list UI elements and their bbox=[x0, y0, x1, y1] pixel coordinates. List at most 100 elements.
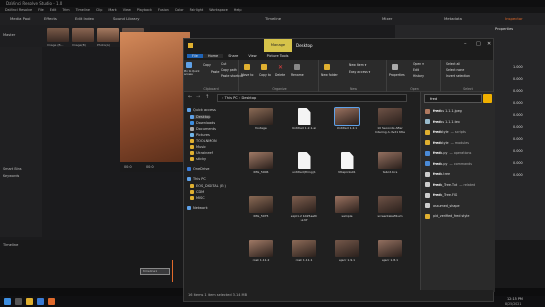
inspector-value[interactable]: 0.000 bbox=[513, 89, 523, 93]
inspector-value[interactable]: 0.000 bbox=[513, 77, 523, 81]
copy-to-button[interactable] bbox=[261, 64, 267, 70]
rename-button[interactable] bbox=[294, 64, 300, 70]
smart-bins[interactable]: Smart Bins bbox=[3, 167, 22, 171]
file-item[interactable]: expl1.2 b425aeth ui.tif bbox=[289, 196, 319, 222]
file-item[interactable]: Untitled 1.2.1.ai bbox=[289, 108, 319, 134]
file-item[interactable]: screentakeflbum bbox=[375, 196, 405, 222]
search-result[interactable]: fredss 1.1.1.tex bbox=[425, 118, 492, 127]
open-button[interactable]: Open ▾ bbox=[413, 62, 424, 66]
menu-item-fusion[interactable]: Fusion bbox=[158, 8, 169, 12]
search-result[interactable]: freds.tree bbox=[425, 170, 492, 179]
search-result[interactable]: freds_Tree.FIG bbox=[425, 191, 492, 200]
maximize-button[interactable]: □ bbox=[476, 41, 481, 47]
menu-item-mark[interactable]: Mark bbox=[108, 8, 116, 12]
search-input[interactable]: fred bbox=[424, 94, 482, 103]
manage-tab[interactable]: Manage bbox=[264, 39, 292, 52]
file-item[interactable]: sample bbox=[332, 196, 362, 222]
minimize-button[interactable]: – bbox=[464, 41, 467, 47]
file-item[interactable]: tabcd.bcs bbox=[375, 152, 405, 178]
tab-view[interactable]: View bbox=[243, 54, 261, 58]
up-arrow-icon[interactable]: ↑ bbox=[205, 94, 209, 100]
inspector-value[interactable]: 0.000 bbox=[513, 149, 523, 153]
file-item[interactable]: untitled(thing)1 bbox=[289, 152, 319, 178]
effects-tab[interactable]: Effects bbox=[44, 16, 57, 21]
file-item[interactable]: footage bbox=[246, 108, 276, 134]
search-result[interactable]: fredstyle — scripts bbox=[425, 128, 492, 137]
search-result[interactable]: assumed_shape bbox=[425, 202, 492, 211]
nav-item-quick-access[interactable]: Quick access bbox=[187, 108, 216, 112]
file-item[interactable]: titlepicks01 bbox=[332, 152, 362, 178]
file-item[interactable]: Untitled 1.2.1 bbox=[332, 107, 362, 134]
edit-index-tab[interactable]: Edit Index bbox=[75, 16, 94, 21]
nav-item-this-pc[interactable]: This PC bbox=[187, 177, 206, 181]
file-explorer-icon[interactable] bbox=[26, 298, 33, 305]
nav-item-eos-digital-e-[interactable]: EOS_DIGITAL (E:) bbox=[190, 184, 226, 188]
file-item[interactable]: IMG_5006 bbox=[246, 152, 276, 178]
menu-item-fairlight[interactable]: Fairlight bbox=[190, 8, 204, 12]
edit-button[interactable]: Edit bbox=[413, 68, 419, 72]
resolve-icon[interactable] bbox=[48, 298, 55, 305]
menu-item-workspace[interactable]: Workspace bbox=[209, 8, 228, 12]
menu-item-file[interactable]: File bbox=[38, 8, 44, 12]
properties-button[interactable] bbox=[392, 64, 398, 70]
file-item[interactable]: rosk 1.11.2 bbox=[246, 240, 276, 266]
close-button[interactable]: ✕ bbox=[487, 41, 491, 47]
file-item[interactable]: ejecr 1.8.1 bbox=[375, 240, 405, 266]
search-icon[interactable] bbox=[15, 298, 22, 305]
browser-icon[interactable] bbox=[37, 298, 44, 305]
file-item[interactable]: ejecr 1.9.1 bbox=[332, 240, 362, 266]
search-result[interactable]: freds_Tree.Txt — related bbox=[425, 181, 492, 190]
breadcrumb-this-pc[interactable]: This PC bbox=[225, 96, 238, 100]
inspector-value[interactable]: 0.000 bbox=[513, 161, 523, 165]
new-folder-button[interactable] bbox=[324, 64, 330, 70]
nav-item-documents[interactable]: Documents bbox=[190, 127, 216, 131]
menu-item-color[interactable]: Color bbox=[175, 8, 184, 12]
file-item[interactable]: rosk 1.11.1 bbox=[289, 240, 319, 266]
invert-selection-button[interactable]: Invert selection bbox=[446, 74, 470, 78]
nav-item-misc[interactable]: MISC bbox=[190, 196, 205, 200]
inspector-value[interactable]: 1.000 bbox=[513, 65, 523, 69]
history-button[interactable]: History bbox=[413, 74, 424, 78]
nav-item-network[interactable]: Network bbox=[187, 206, 208, 210]
forward-arrow-icon[interactable]: → bbox=[196, 94, 200, 100]
metadata-tab[interactable]: Metadata bbox=[444, 16, 462, 21]
nav-item-pictures[interactable]: Pictures bbox=[190, 133, 210, 137]
menu-item-playback[interactable]: Playback bbox=[137, 8, 152, 12]
copy-path-button[interactable]: Copy path bbox=[221, 68, 237, 72]
inspector-value[interactable]: 0.000 bbox=[513, 137, 523, 141]
search-result[interactable]: pid_verified_fred style bbox=[425, 212, 492, 221]
inspector-value[interactable]: 0.000 bbox=[513, 173, 523, 177]
tab-picture-tools[interactable]: Picture Tools bbox=[262, 54, 294, 58]
search-result[interactable]: freds.py — operations bbox=[425, 149, 492, 158]
paste-button[interactable]: Paste bbox=[211, 70, 219, 74]
menu-item-help[interactable]: Help bbox=[234, 8, 242, 12]
back-arrow-icon[interactable]: ← bbox=[188, 94, 192, 100]
timeline-clip[interactable]: timeline1 bbox=[140, 268, 170, 275]
move-to-button[interactable] bbox=[244, 64, 250, 70]
master-bin[interactable]: Master bbox=[3, 33, 15, 37]
cut-button[interactable]: Cut bbox=[221, 62, 226, 66]
tab-home[interactable]: Home bbox=[202, 54, 224, 58]
nav-item-desktop[interactable]: Desktop bbox=[190, 115, 211, 119]
menu-item-timeline[interactable]: Timeline bbox=[76, 8, 90, 12]
paste-shortcut-button[interactable]: Paste shortcut bbox=[221, 74, 243, 78]
clip-thumb-2[interactable] bbox=[72, 28, 94, 42]
start-icon[interactable] bbox=[4, 298, 11, 305]
menu-item-view[interactable]: View bbox=[123, 8, 131, 12]
media-pool-tab[interactable]: Media Pool bbox=[10, 16, 30, 21]
nav-item-toolnmon[interactable]: TOOLNMON bbox=[190, 139, 217, 143]
clip-thumb-1[interactable] bbox=[47, 28, 69, 42]
clip-thumb-3[interactable] bbox=[97, 28, 119, 42]
playhead[interactable] bbox=[172, 260, 173, 282]
pin-button[interactable] bbox=[186, 62, 192, 68]
inspector-value[interactable]: 0.000 bbox=[513, 113, 523, 117]
search-result[interactable]: fredss 1.1.1.jpeg bbox=[425, 107, 492, 116]
nav-item-ukraineef[interactable]: Ukraineef bbox=[190, 151, 213, 155]
search-result[interactable]: fredstyle — modules bbox=[425, 139, 492, 148]
tab-file[interactable]: File bbox=[187, 54, 203, 58]
file-item[interactable]: IMG_5075 bbox=[246, 196, 276, 222]
menu-item-davinci-resolve[interactable]: DaVinci Resolve bbox=[5, 8, 32, 12]
nav-item-onedrive[interactable]: OneDrive bbox=[187, 167, 209, 171]
new-item-button[interactable]: New item ▾ bbox=[349, 63, 366, 67]
nav-item-sticky[interactable]: sticky bbox=[190, 157, 206, 161]
